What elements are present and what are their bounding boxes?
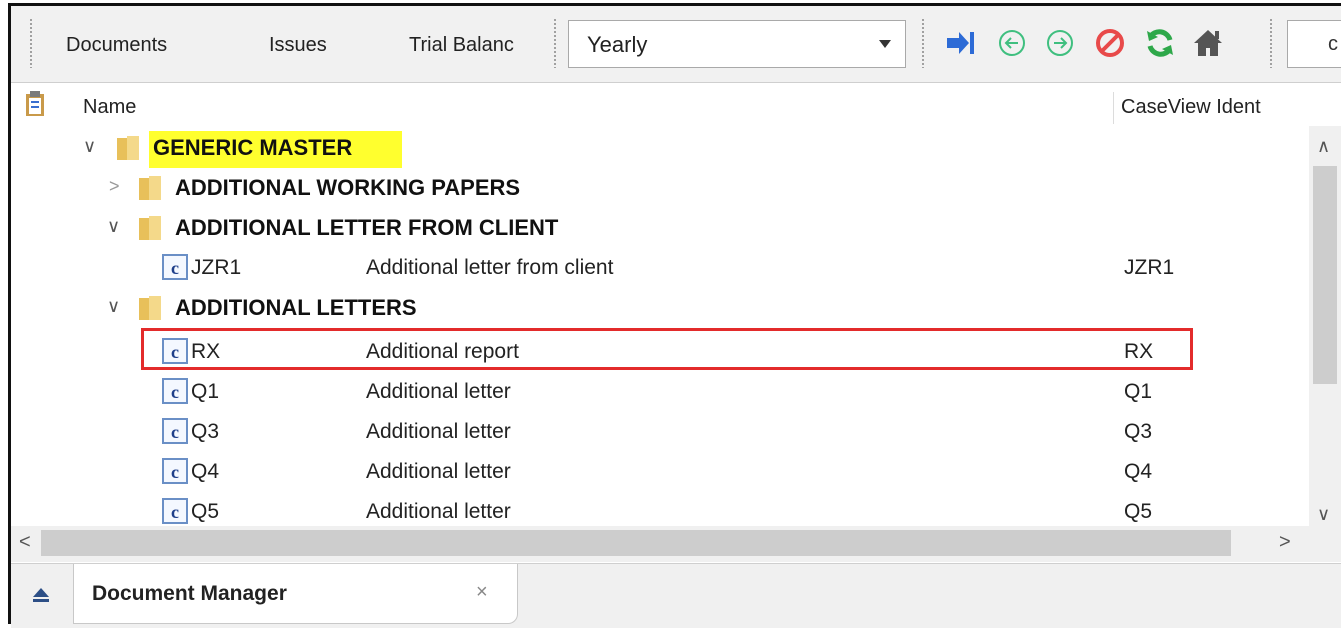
period-select[interactable]: Yearly xyxy=(568,20,906,68)
tab-issues[interactable]: Issues xyxy=(269,34,327,57)
forward-icon[interactable] xyxy=(1041,23,1079,63)
tree-row-folder[interactable]: ∨ ADDITIONAL LETTERS xyxy=(11,288,1301,326)
column-ident-header[interactable]: CaseView Ident xyxy=(1121,96,1261,119)
back-icon[interactable] xyxy=(993,23,1031,63)
document-name: Q5 xyxy=(191,500,220,523)
document-description: Additional letter from client xyxy=(366,256,614,279)
scrollbar-corner xyxy=(1309,526,1341,562)
document-manager-window: Documents Issues Trial Balanc Yearly c N… xyxy=(8,3,1341,628)
caseview-document-icon: c xyxy=(162,458,188,484)
tab-documents[interactable]: Documents xyxy=(66,34,167,57)
scroll-left-icon[interactable]: < xyxy=(19,531,31,554)
column-chooser-icon[interactable] xyxy=(23,90,49,123)
folder-label: ADDITIONAL WORKING PAPERS xyxy=(175,175,521,200)
tree-row-folder[interactable]: ∨ ADDITIONAL LETTER FROM CLIENT xyxy=(11,208,1301,246)
horizontal-scrollbar[interactable]: < > xyxy=(11,526,1309,562)
column-header: Name CaseView Ident xyxy=(11,84,1341,124)
column-divider[interactable] xyxy=(1113,92,1114,124)
tab-document-manager[interactable]: Document Manager × xyxy=(73,564,518,624)
svg-text:c: c xyxy=(171,382,179,402)
scroll-up-icon[interactable]: ∧ xyxy=(1317,136,1330,157)
folder-icon xyxy=(117,136,139,160)
document-name: JZR1 xyxy=(191,256,242,279)
document-ident: Q5 xyxy=(1124,500,1153,523)
caseview-document-icon: c xyxy=(162,338,188,364)
document-description: Additional report xyxy=(366,340,519,363)
document-ident: RX xyxy=(1124,340,1154,363)
svg-text:c: c xyxy=(171,258,179,278)
document-name: Q3 xyxy=(191,420,220,443)
document-description: Additional letter xyxy=(366,460,511,483)
tab-trial-balance[interactable]: Trial Balanc xyxy=(409,34,514,57)
search-input[interactable]: c xyxy=(1287,20,1341,68)
bottom-tab-bar: Document Manager × xyxy=(11,563,1341,628)
vertical-scroll-thumb[interactable] xyxy=(1313,166,1337,384)
folder-icon xyxy=(139,216,161,240)
tree-row-folder[interactable]: > ADDITIONAL WORKING PAPERS xyxy=(11,168,1301,206)
tree-row-document[interactable]: c Q5 Additional letter Q5 xyxy=(11,492,1301,526)
tree-root-label: GENERIC MASTER xyxy=(149,131,403,168)
eject-icon[interactable] xyxy=(31,586,51,604)
chevron-right-icon[interactable]: > xyxy=(109,176,120,197)
document-name: Q4 xyxy=(191,460,220,483)
scroll-down-icon[interactable]: ∨ xyxy=(1317,504,1330,525)
chevron-down-icon[interactable]: ∨ xyxy=(107,216,120,237)
svg-text:c: c xyxy=(171,462,179,482)
tree-row-document-highlighted[interactable]: c RX Additional report RX xyxy=(11,328,1301,370)
svg-text:c: c xyxy=(171,422,179,442)
tree-row-document[interactable]: c Q4 Additional letter Q4 xyxy=(11,452,1301,490)
svg-text:c: c xyxy=(171,502,179,522)
document-ident: JZR1 xyxy=(1124,256,1175,279)
caseview-document-icon: c xyxy=(162,254,188,280)
folder-label: ADDITIONAL LETTERS xyxy=(175,295,417,320)
close-icon[interactable]: × xyxy=(476,581,488,604)
folder-icon xyxy=(139,176,161,200)
document-name: RX xyxy=(191,340,221,363)
stop-icon[interactable] xyxy=(1091,23,1129,63)
period-select-value: Yearly xyxy=(587,32,648,57)
scroll-right-icon[interactable]: > xyxy=(1279,531,1291,554)
go-to-end-icon[interactable] xyxy=(941,23,979,63)
document-ident: Q1 xyxy=(1124,380,1153,403)
document-description: Additional letter xyxy=(366,420,511,443)
toolbar: Documents Issues Trial Balanc Yearly c xyxy=(11,6,1341,83)
caseview-document-icon: c xyxy=(162,378,188,404)
document-description: Additional letter xyxy=(366,500,511,523)
tree-row-document[interactable]: c Q1 Additional letter Q1 xyxy=(11,372,1301,410)
document-description: Additional letter xyxy=(366,380,511,403)
toolbar-grip[interactable] xyxy=(921,18,925,68)
tree-row-document[interactable]: c JZR1 Additional letter from client JZR… xyxy=(11,248,1301,286)
vertical-scrollbar[interactable]: ∧ ∨ xyxy=(1309,126,1341,536)
tree-row-document[interactable]: c Q3 Additional letter Q3 xyxy=(11,412,1301,450)
chevron-down-icon[interactable]: ∨ xyxy=(107,296,120,317)
toolbar-grip[interactable] xyxy=(553,18,557,68)
refresh-icon[interactable] xyxy=(1141,23,1179,63)
svg-text:c: c xyxy=(171,342,179,362)
folder-icon xyxy=(139,296,161,320)
chevron-down-icon xyxy=(879,40,891,48)
document-ident: Q4 xyxy=(1124,460,1153,483)
document-name: Q1 xyxy=(191,380,220,403)
folder-label: ADDITIONAL LETTER FROM CLIENT xyxy=(175,215,559,240)
search-input-value: c xyxy=(1328,33,1338,55)
toolbar-grip[interactable] xyxy=(29,18,33,68)
annotation-highlight-box xyxy=(141,328,1193,370)
caseview-document-icon: c xyxy=(162,498,188,524)
document-ident: Q3 xyxy=(1124,420,1153,443)
tree-row-root[interactable]: ∨ GENERIC MASTER xyxy=(11,128,1301,168)
caseview-document-icon: c xyxy=(162,418,188,444)
home-icon[interactable] xyxy=(1189,23,1227,63)
tab-document-manager-label: Document Manager xyxy=(92,582,287,605)
column-name-header[interactable]: Name xyxy=(83,96,136,119)
horizontal-scroll-thumb[interactable] xyxy=(41,530,1231,556)
chevron-down-icon[interactable]: ∨ xyxy=(83,136,96,157)
toolbar-grip[interactable] xyxy=(1269,18,1273,68)
